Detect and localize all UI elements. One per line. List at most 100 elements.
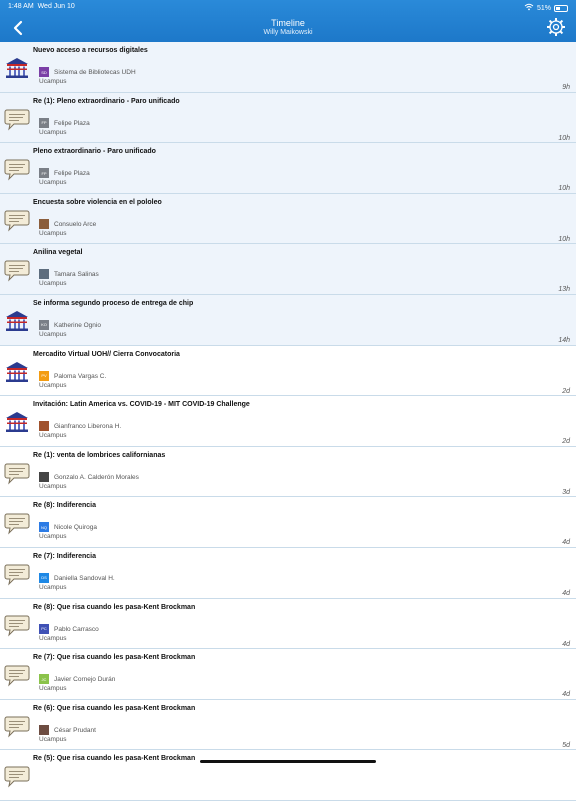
author-name: Gonzalo A. Calderón Morales [54, 473, 139, 481]
avatar: JC [39, 674, 49, 685]
author-name: Nicole Quiroga [54, 524, 97, 532]
item-source: Ucampus [39, 330, 67, 338]
item-title: Re (1): venta de lombrices californianas [33, 451, 166, 459]
item-title: Anilina vegetal [33, 249, 83, 257]
avatar: KO [39, 319, 49, 330]
speech-bubble-icon [4, 258, 30, 282]
item-time: 4d [562, 691, 570, 699]
item-source: Ucampus [39, 128, 67, 136]
item-time: 4d [562, 539, 570, 547]
item-title: Encuesta sobre violencia en el pololeo [33, 198, 162, 206]
timeline-item[interactable]: Nuevo acceso a recursos digitales SD Sis… [0, 42, 576, 93]
timeline-item[interactable]: Re (8): Que risa cuando les pasa-Kent Br… [0, 599, 576, 650]
status-time: 1:48 AM Wed Jun 10 [8, 3, 75, 10]
library-icon [4, 360, 30, 384]
speech-bubble-icon [4, 613, 30, 637]
timeline-item[interactable]: Re (1): Pleno extraordinario - Paro unif… [0, 92, 576, 144]
avatar: NQ [39, 522, 49, 533]
timeline-item[interactable]: Re (5): Que risa cuando les pasa-Kent Br… [0, 750, 576, 801]
item-source: Ucampus [39, 735, 67, 743]
item-title: Mercadito Virtual UOH// Cierra Convocato… [33, 350, 180, 358]
author-name: Daniella Sandoval H. [54, 574, 115, 582]
status-indicators: 51% [524, 3, 568, 13]
avatar: FP [39, 117, 49, 128]
timeline-item[interactable]: Re (6): Que risa cuando les pasa-Kent Br… [0, 700, 576, 751]
author-name: Tamara Salinas [54, 271, 99, 279]
page-subtitle: Willy Maikowski [263, 29, 313, 36]
item-time: 4d [562, 589, 570, 597]
author-name: Felipe Plaza [54, 119, 90, 127]
item-title: Re (7): Indiferencia [33, 552, 97, 560]
item-source: Ucampus [39, 482, 67, 490]
speech-bubble-icon [4, 714, 30, 738]
author-name: Consuelo Arce [54, 220, 97, 228]
speech-bubble-icon [4, 562, 30, 586]
speech-bubble-icon [4, 511, 30, 535]
item-source: Ucampus [39, 432, 67, 440]
author-name: Pablo Carrasco [54, 625, 99, 633]
item-source: Ucampus [39, 179, 67, 187]
wifi-icon [524, 3, 534, 13]
author-name: Javier Cornejo Durán [54, 676, 116, 684]
item-title: Re (6): Que risa cuando les pasa-Kent Br… [33, 704, 196, 712]
avatar: PC [39, 623, 49, 634]
item-time: 13h [558, 286, 570, 294]
item-title: Pleno extraordinario - Paro unificado [33, 148, 156, 156]
avatar: PV [39, 370, 49, 381]
item-time: 2d [562, 387, 570, 395]
avatar [39, 471, 49, 482]
item-time: 14h [558, 336, 570, 344]
library-icon [4, 56, 30, 80]
author-name: Paloma Vargas C. [54, 372, 107, 380]
item-source: Ucampus [39, 634, 67, 642]
item-source: Ucampus [39, 78, 67, 85]
library-icon [4, 410, 30, 434]
item-time: 4d [562, 640, 570, 648]
avatar [39, 724, 49, 735]
item-time: 3d [562, 488, 570, 496]
timeline-item[interactable]: Se informa segundo proceso de entrega de… [0, 294, 576, 346]
timeline-item[interactable]: Re (8): Indiferencia NQ Nicole Quiroga U… [0, 497, 576, 548]
timeline-item[interactable]: Re (7): Indiferencia DS Daniella Sandova… [0, 548, 576, 599]
author-name: Sistema de Bibliotecas UDH [54, 69, 136, 76]
author-name: Felipe Plaza [54, 170, 90, 178]
avatar [39, 269, 49, 280]
item-title: Re (8): Indiferencia [33, 502, 97, 510]
author-name: Gianfranco Liberona H. [54, 423, 122, 431]
item-time: 10h [558, 134, 570, 142]
gear-icon [547, 18, 565, 36]
item-source: Ucampus [39, 381, 67, 389]
speech-bubble-icon [4, 461, 30, 485]
item-time: 2d [562, 438, 570, 446]
item-source: Ucampus [39, 685, 67, 693]
avatar [39, 218, 49, 229]
item-time: 9h [562, 84, 570, 91]
settings-button[interactable] [546, 17, 566, 37]
timeline-item[interactable]: Anilina vegetal Tamara Salinas Ucampus 1… [0, 244, 576, 295]
item-source: Ucampus [39, 280, 67, 288]
page-title: Timeline [271, 18, 305, 28]
avatar: DS [39, 572, 49, 583]
item-time: 10h [558, 185, 570, 193]
battery-icon [554, 4, 568, 12]
timeline-item[interactable]: Invitación: Latin America vs. COVID-19 -… [0, 396, 576, 447]
speech-bubble-icon [4, 208, 30, 232]
author-name: César Prudant [54, 726, 96, 734]
timeline-item[interactable]: Mercadito Virtual UOH// Cierra Convocato… [0, 346, 576, 397]
timeline-item[interactable]: Re (1): venta de lombrices californianas… [0, 447, 576, 498]
speech-bubble-icon [4, 663, 30, 687]
item-title: Nuevo acceso a recursos digitales [33, 47, 148, 54]
author-name: Katherine Ognio [54, 321, 101, 329]
home-indicator [200, 760, 376, 763]
nav-bar: 1:48 AM Wed Jun 10 51% Timeline Willy Ma… [0, 0, 576, 42]
timeline-item[interactable]: Pleno extraordinario - Paro unificado FP… [0, 143, 576, 194]
item-title: Se informa segundo proceso de entrega de… [33, 299, 194, 307]
avatar: FP [39, 168, 49, 179]
item-source: Ucampus [39, 229, 67, 237]
avatar: SD [39, 67, 49, 77]
timeline-item[interactable]: Encuesta sobre violencia en el pololeo C… [0, 193, 576, 245]
timeline-item[interactable]: Re (7): Que risa cuando les pasa-Kent Br… [0, 649, 576, 700]
library-icon [4, 309, 30, 333]
item-title: Re (5): Que risa cuando les pasa-Kent Br… [33, 755, 196, 763]
avatar [39, 421, 49, 432]
